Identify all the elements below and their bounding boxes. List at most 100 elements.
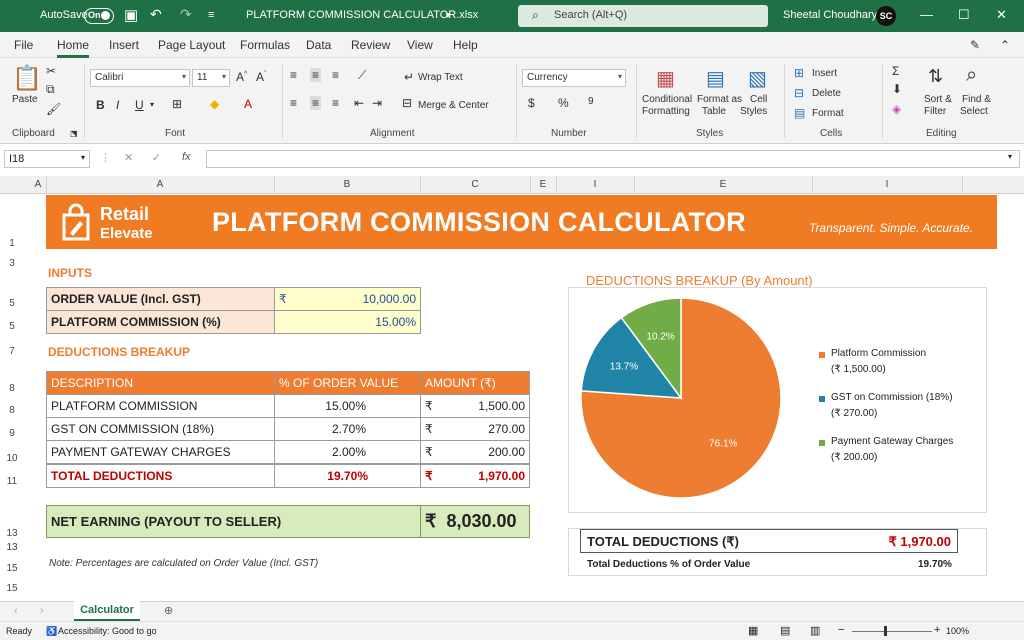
table-row-desc[interactable]: PAYMENT GATEWAY CHARGES: [46, 440, 275, 464]
wrap-text-button[interactable]: Wrap Text: [418, 72, 463, 83]
enter-icon[interactable]: ✓: [152, 151, 161, 164]
formula-input[interactable]: [206, 150, 1020, 168]
decrease-indent-icon[interactable]: ⇤: [354, 96, 364, 110]
font-color-icon[interactable]: A: [244, 97, 252, 111]
format-as-table-button-line2[interactable]: Table: [702, 106, 726, 117]
close-icon[interactable]: ✕: [996, 7, 1007, 23]
undo-icon[interactable]: ↶: [150, 6, 162, 23]
copy-icon[interactable]: ⧉: [46, 82, 55, 97]
page-break-icon[interactable]: ▥: [810, 624, 820, 637]
row-header[interactable]: 10: [0, 453, 24, 464]
add-sheet-icon[interactable]: ⊕: [164, 604, 173, 617]
fill-icon[interactable]: ⬇: [892, 82, 902, 96]
row-header[interactable]: 15: [0, 583, 24, 594]
align-left-icon[interactable]: ≡: [290, 96, 297, 110]
tab-view[interactable]: View: [407, 38, 433, 52]
number-format-select[interactable]: Currency ▾: [522, 69, 626, 87]
chevron-down-icon[interactable]: ▾: [81, 153, 85, 162]
next-sheet-icon[interactable]: ›: [40, 605, 44, 617]
chevron-down-icon[interactable]: ▼: [444, 11, 452, 20]
commission-input[interactable]: 15.00%: [274, 310, 421, 334]
chart-area[interactable]: 76.1% 13.7% 10.2% Platform Commission (₹ 1,…: [568, 287, 987, 513]
row-header[interactable]: 8: [0, 383, 24, 394]
tab-data[interactable]: Data: [306, 38, 331, 52]
search-box[interactable]: ⌕ Search (Alt+Q): [518, 5, 768, 27]
redo-icon[interactable]: ↷: [180, 6, 192, 23]
save-icon[interactable]: ▣: [124, 6, 138, 24]
fill-color-icon[interactable]: ◆: [210, 97, 219, 111]
table-row-amt[interactable]: ₹270.00: [420, 417, 530, 441]
font-name-select[interactable]: Calibri ▾: [90, 69, 190, 87]
insert-cells-icon[interactable]: ⊞: [794, 66, 804, 80]
align-center-icon[interactable]: ≡: [310, 96, 322, 110]
pen-icon[interactable]: ✎: [970, 38, 980, 52]
format-as-table-button[interactable]: Format as: [697, 94, 742, 105]
paste-button[interactable]: Paste: [12, 94, 38, 105]
clear-icon[interactable]: ◈: [892, 102, 901, 116]
font-size-select[interactable]: 11 ▾: [192, 69, 230, 87]
autosave-toggle[interactable]: On: [84, 8, 114, 24]
format-cells-icon[interactable]: ▤: [794, 106, 805, 120]
dialog-launcher-icon[interactable]: ⬔: [70, 129, 78, 138]
avatar[interactable]: SC: [876, 6, 896, 26]
tab-insert[interactable]: Insert: [109, 38, 139, 52]
net-earning-value[interactable]: ₹8,030.00: [420, 505, 530, 538]
chevron-down-icon[interactable]: ▾: [150, 100, 154, 109]
summary-total-box[interactable]: TOTAL DEDUCTIONS (₹) ₹ 1,970.00: [580, 529, 958, 553]
currency-icon[interactable]: $: [528, 96, 535, 110]
table-row-amt[interactable]: ₹1,500.00: [420, 394, 530, 418]
percent-icon[interactable]: %: [558, 96, 569, 110]
table-row-pct[interactable]: 15.00%: [274, 394, 421, 418]
borders-icon[interactable]: ⊞: [172, 97, 182, 111]
align-middle-icon[interactable]: ≡: [310, 68, 322, 82]
chevron-down-icon[interactable]: ▾: [1008, 152, 1012, 161]
normal-view-icon[interactable]: ▦: [748, 624, 758, 637]
row-header[interactable]: 11: [0, 476, 24, 487]
table-row-desc[interactable]: GST ON COMMISSION (18%): [46, 417, 275, 441]
find-select-button[interactable]: Find &: [962, 94, 991, 105]
orientation-icon[interactable]: ⟋: [358, 68, 366, 83]
zoom-slider-handle[interactable]: [884, 626, 887, 636]
increase-indent-icon[interactable]: ⇥: [372, 96, 382, 110]
zoom-out-icon[interactable]: −: [838, 624, 844, 636]
insert-cells-button[interactable]: Insert: [812, 68, 837, 79]
table-row-pct[interactable]: 2.00%: [274, 440, 421, 464]
total-row-desc[interactable]: TOTAL DEDUCTIONS: [46, 464, 275, 488]
table-row-desc[interactable]: PLATFORM COMMISSION: [46, 394, 275, 418]
tab-file[interactable]: File: [14, 38, 33, 52]
sort-filter-icon[interactable]: ⇅: [928, 66, 943, 87]
italic-icon[interactable]: I: [116, 98, 119, 112]
name-box[interactable]: I18 ▾: [4, 150, 90, 168]
table-row-pct[interactable]: 2.70%: [274, 417, 421, 441]
column-header[interactable]: I: [556, 179, 634, 190]
row-header[interactable]: 5: [0, 321, 24, 332]
tab-home[interactable]: Home: [57, 38, 90, 58]
total-row-amt[interactable]: ₹1,970.00: [420, 464, 530, 488]
column-header[interactable]: A: [46, 179, 274, 190]
row-header[interactable]: 8: [0, 405, 24, 416]
tab-formulas[interactable]: Formulas: [240, 38, 290, 52]
column-header[interactable]: E: [530, 179, 556, 190]
align-right-icon[interactable]: ≡: [332, 96, 339, 110]
tab-review[interactable]: Review: [351, 38, 390, 52]
format-as-table-icon[interactable]: ▤: [706, 66, 725, 91]
increase-font-icon[interactable]: A^: [236, 70, 247, 84]
delete-cells-icon[interactable]: ⊟: [794, 86, 804, 100]
minimize-icon[interactable]: —: [920, 7, 933, 22]
conditional-formatting-button[interactable]: Conditional: [642, 94, 692, 105]
decrease-font-icon[interactable]: Aˇ: [256, 70, 266, 84]
comma-style-icon[interactable]: 9: [588, 96, 594, 107]
insert-function-icon[interactable]: fx: [182, 151, 191, 163]
column-header[interactable]: C: [420, 179, 530, 190]
paste-icon[interactable]: 📋: [12, 64, 42, 93]
delete-cells-button[interactable]: Delete: [812, 88, 841, 99]
find-select-icon[interactable]: ⌕: [966, 64, 977, 87]
cell-styles-icon[interactable]: ▧: [748, 66, 767, 91]
cell-styles-button-line2[interactable]: Styles: [740, 106, 767, 117]
zoom-slider[interactable]: [852, 631, 932, 632]
row-header[interactable]: 7: [0, 346, 24, 357]
wrap-text-icon[interactable]: ↵: [404, 70, 414, 84]
align-top-icon[interactable]: ≡: [290, 68, 297, 82]
format-cells-button[interactable]: Format: [812, 108, 844, 119]
tab-help[interactable]: Help: [453, 38, 478, 52]
